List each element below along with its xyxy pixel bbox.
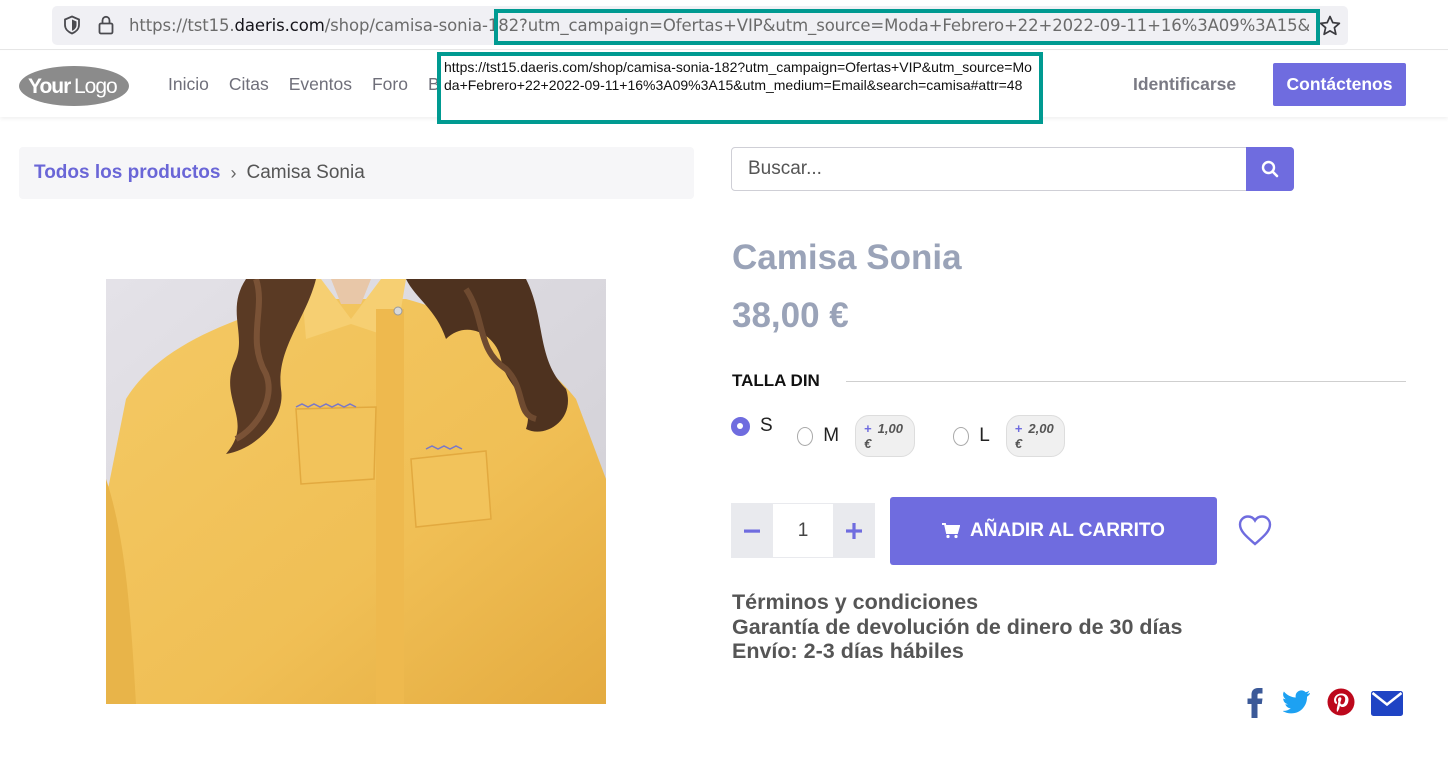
url-highlight-box	[494, 9, 1320, 45]
product-terms: Términos y condiciones Garantía de devol…	[732, 590, 1182, 664]
product-image[interactable]	[106, 279, 606, 704]
url-prefix: https://tst15.	[129, 16, 235, 35]
logo[interactable]: Your Logo	[18, 65, 130, 107]
divider	[846, 381, 1406, 382]
bookmark-star-icon[interactable]	[1318, 14, 1342, 38]
breadcrumb-all-products[interactable]: Todos los productos	[34, 162, 220, 184]
breadcrumb-current: Camisa Sonia	[246, 162, 365, 183]
signin-link[interactable]: Identificarse	[1133, 74, 1236, 95]
nav-item-eventos[interactable]: Eventos	[289, 74, 352, 95]
search-button[interactable]	[1246, 147, 1294, 191]
plus-icon	[846, 522, 862, 539]
breadcrumb: Todos los productos › Camisa Sonia	[19, 147, 694, 199]
radio-s[interactable]	[731, 416, 750, 436]
plus-icon: +	[864, 421, 872, 436]
shield-icon[interactable]	[62, 15, 82, 35]
search-icon	[1261, 160, 1279, 178]
nav-item-citas[interactable]: Citas	[229, 74, 269, 95]
plus-icon: +	[1014, 421, 1023, 436]
size-attribute-label: TALLA DIN	[732, 371, 820, 390]
size-label-l: L	[979, 425, 990, 446]
terms-line-1: Términos y condiciones	[732, 590, 979, 614]
quantity-stepper	[731, 503, 875, 558]
size-label-m: M	[823, 425, 840, 446]
radio-l[interactable]	[953, 426, 970, 446]
price-extra-badge-m: +1,00 €	[855, 415, 915, 457]
chevron-right-icon: ›	[230, 162, 237, 183]
twitter-icon[interactable]	[1283, 690, 1311, 714]
search-input[interactable]	[733, 149, 1245, 189]
product-photo	[106, 279, 606, 704]
add-to-cart-button[interactable]: AÑADIR AL CARRITO	[890, 497, 1217, 565]
quantity-minus-button[interactable]	[731, 503, 773, 558]
add-to-cart-label: AÑADIR AL CARRITO	[970, 520, 1165, 541]
size-option-m[interactable]: M +1,00 €	[797, 415, 915, 457]
nav-item-inicio[interactable]: Inicio	[168, 74, 209, 95]
radio-m[interactable]	[797, 426, 814, 446]
product-title: Camisa Sonia	[732, 238, 962, 277]
product-search	[731, 147, 1294, 191]
heart-icon[interactable]	[1237, 513, 1273, 549]
lock-icon[interactable]	[96, 14, 116, 36]
quantity-plus-button[interactable]	[833, 503, 875, 558]
size-option-s[interactable]: S	[731, 415, 773, 437]
nav-item-foro[interactable]: Foro	[372, 74, 408, 95]
cart-icon	[942, 523, 961, 539]
contact-button[interactable]: Contáctenos	[1273, 63, 1406, 106]
email-icon[interactable]	[1371, 691, 1403, 716]
url-tooltip-text: https://tst15.daeris.com/shop/camisa-son…	[444, 59, 1032, 93]
minus-icon	[744, 529, 760, 533]
browser-toolbar: https://tst15.daeris.com/shop/camisa-son…	[0, 0, 1448, 50]
size-option-l[interactable]: L +2,00 €	[953, 415, 1066, 457]
svg-text:Your: Your	[28, 75, 71, 98]
terms-line-3: Envío: 2-3 días hábiles	[732, 639, 964, 663]
quantity-input[interactable]	[773, 503, 833, 558]
main-menu: Inicio Citas Eventos Foro Blog	[168, 74, 463, 95]
facebook-icon[interactable]	[1243, 688, 1265, 718]
svg-text:Logo: Logo	[74, 75, 117, 98]
product-price: 38,00 €	[732, 296, 849, 335]
url-host: daeris.com	[234, 16, 325, 35]
size-label-s: S	[760, 415, 773, 436]
price-extra-badge-l: +2,00 €	[1005, 415, 1066, 457]
url-tooltip: https://tst15.daeris.com/shop/camisa-son…	[437, 52, 1043, 124]
social-share	[1243, 688, 1408, 722]
terms-line-2: Garantía de devolución de dinero de 30 d…	[732, 614, 1183, 639]
pinterest-icon[interactable]	[1327, 688, 1355, 716]
